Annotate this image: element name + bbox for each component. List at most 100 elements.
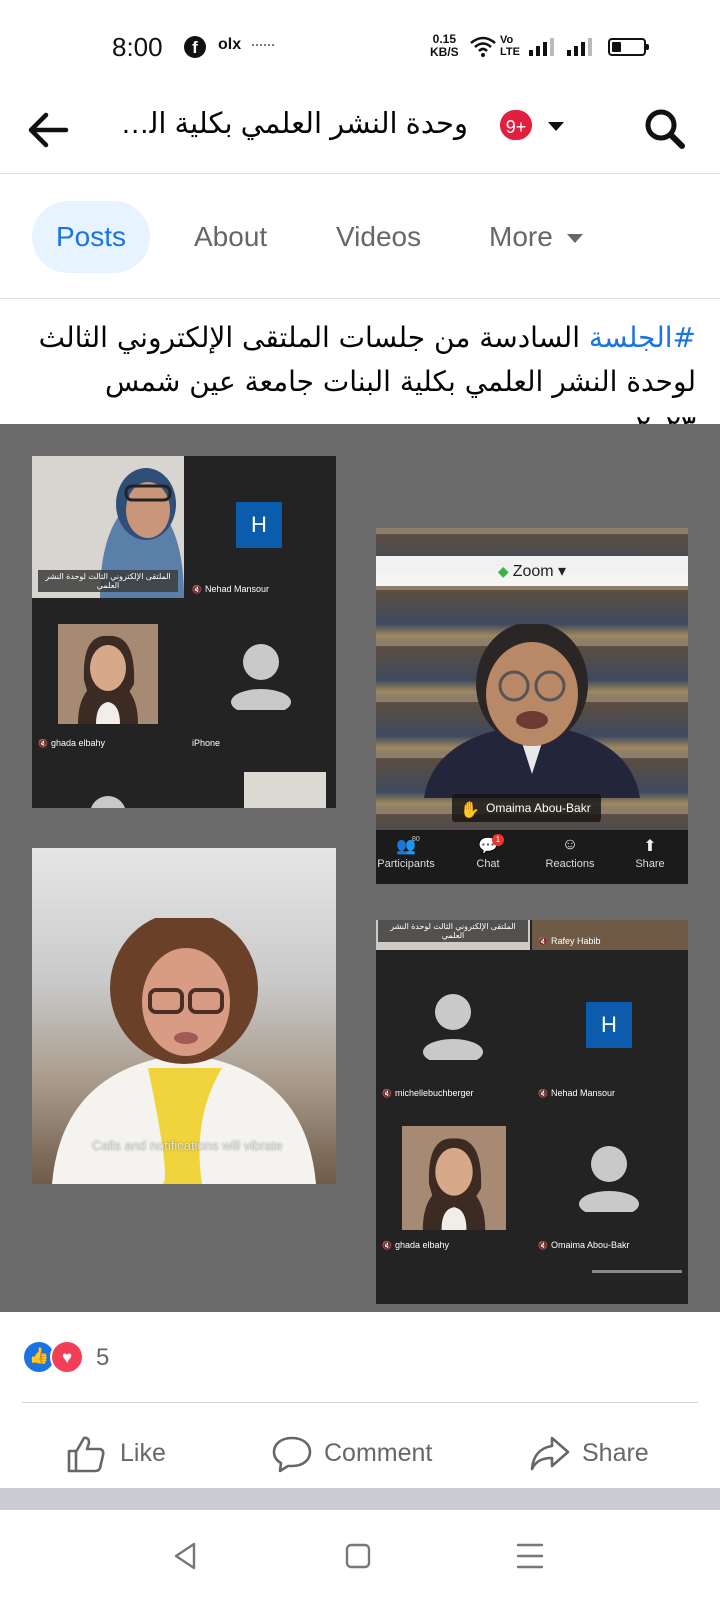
like-button[interactable]: Like [66,1418,176,1488]
participant-name: 🔇 ghada elbahy [38,738,105,748]
participant-name: 🔇 Nehad Mansour [192,584,269,594]
mic-muted-icon: 🔇 [192,585,202,594]
video-tile: الملتقى الإلكتروني الثالث لوحدة النشر ال… [32,456,184,598]
participant-name-text: Nehad Mansour [204,584,270,594]
participant-video [58,624,158,724]
mic-muted-icon: 🔇 [538,1089,548,1098]
participants-icon: 👥 [396,838,416,855]
share-screen-icon: ⬆ [643,838,657,855]
page-title[interactable]: وحدة النشر العلمي بكلية البن... [118,106,468,141]
participant-count: 80 [412,836,420,843]
video-tile: 🔇 ghada elbahy [376,1104,530,1254]
speaker-video [424,624,640,798]
meeting-grid-top-left: الملتقى الإلكتروني الثالث لوحدة النشر ال… [32,456,336,808]
video-tile [532,1256,688,1304]
tab-videos[interactable]: Videos [312,201,445,273]
nav-home-button[interactable] [334,1532,382,1580]
share-label: Share [582,1439,649,1467]
comment-label: Comment [324,1439,433,1467]
thumbs-up-icon [67,1436,105,1473]
zoom-toolbar-label: Reactions [545,858,595,870]
chevron-down-icon[interactable] [548,122,564,131]
battery-icon [608,38,649,56]
participant-name-text: ghada elbahy [50,738,106,748]
participant-name: 🔇 Nehad Mansour [538,1088,615,1098]
zoom-toolbar-label: Share [635,858,665,870]
olx-icon: olx [218,36,242,53]
smiley-icon: ☺ [561,836,579,853]
reaction-count: 5 [96,1344,110,1371]
active-speaker-name: Omaima Abou-Bakr [486,801,591,815]
participant-name-text: Rafey Habib [550,936,601,946]
page-header: وحدة النشر العلمي بكلية البن... 9+ [0,90,720,174]
tab-about[interactable]: About [170,201,291,273]
user-placeholder-icon [231,644,291,710]
caret-down-icon [566,234,583,244]
system-nav-bar [0,1510,720,1600]
participant-name-text: Omaima Abou-Bakr [550,1240,630,1250]
zoom-toolbar-label: Participants [377,858,435,870]
network-speed-unit: KB/S [430,45,459,59]
zoom-share-button: ⬆ Share [612,836,688,870]
mic-muted-icon: 🔇 [382,1241,392,1250]
like-label: Like [120,1439,166,1467]
search-icon [645,109,685,149]
participant-video [402,1126,506,1230]
square-home-icon [345,1543,371,1569]
comment-button[interactable]: Comment [272,1418,448,1488]
avatar: H [586,1002,632,1048]
mic-muted-icon: 🔇 [382,1089,392,1098]
presenter-video: Calls and notifications will vibrate [32,848,336,1184]
wifi-icon [470,36,496,57]
participant-name: iPhone [192,738,221,748]
comment-icon [272,1436,312,1473]
participant-video [244,772,326,808]
video-tile: 🔇 ghada elbahy [32,602,184,752]
zoom-reactions-button: ☺ Reactions [532,836,608,870]
mic-muted-icon: 🔇 [538,937,548,946]
menu-lines-icon [516,1543,544,1569]
participant-name-text: ghada elbahy [394,1240,450,1250]
post-image[interactable]: الملتقى الإلكتروني الثالث لوحدة النشر ال… [0,424,720,1312]
back-button[interactable] [22,104,74,156]
participant-name-text: michellebuchberger [394,1088,474,1098]
tab-more[interactable]: More [465,201,607,273]
arrow-left-icon [28,112,69,148]
session-overlay-label: الملتقى الإلكتروني الثالث لوحدة النشر ال… [38,570,178,592]
meeting-grid-bottom-right: الملتقى الإلكتروني الثالث لوحدة النشر ال… [376,920,688,1304]
page-tabs: Posts About Videos More [0,175,720,299]
zoom-title-bar: ◆ Zoom ▾ [376,556,688,586]
tab-posts[interactable]: Posts [32,201,151,273]
zoom-title: Zoom [512,563,554,580]
signal-icon [567,38,592,56]
share-arrow-icon [530,1436,570,1471]
feed-separator [0,1488,720,1510]
video-tile: H 🔇 Nehad Mansour [532,952,688,1102]
chat-badge: 1 [492,834,504,846]
video-tile: H 🔇 Nehad Mansour [186,456,336,598]
zoom-participants-button: 👥 Participants 80 [376,836,444,870]
chat-icon: 💬 [478,838,498,855]
signal-icon [529,38,554,56]
search-button[interactable] [640,104,690,154]
more-notifications-icon [252,44,274,48]
volte-bottom: LTE [500,46,520,58]
battery-level [612,42,621,52]
nav-menu-button[interactable] [506,1532,554,1580]
network-speed: 0.15 KB/S [430,33,459,59]
nav-back-button[interactable] [162,1532,210,1580]
mic-muted-icon: 🔇 [38,739,48,748]
triangle-back-icon [174,1542,196,1570]
video-tile [186,756,336,808]
hashtag-link[interactable]: #الجلسة [589,321,696,354]
shield-icon: ◆ [497,563,509,579]
mic-muted-icon: 🔇 [538,1241,548,1250]
participant-name-text: Nehad Mansour [550,1088,616,1098]
video-tile: 🔇 Omaima Abou-Bakr [532,1104,688,1254]
participant-name: 🔇 ghada elbahy [382,1240,449,1250]
user-placeholder-icon [90,796,126,808]
share-button[interactable]: Share [530,1418,660,1488]
notification-badge[interactable]: 9+ [498,108,534,142]
participant-name: 🔇 Omaima Abou-Bakr [538,1240,630,1250]
zoom-chat-button: 💬 Chat 1 [450,834,526,870]
